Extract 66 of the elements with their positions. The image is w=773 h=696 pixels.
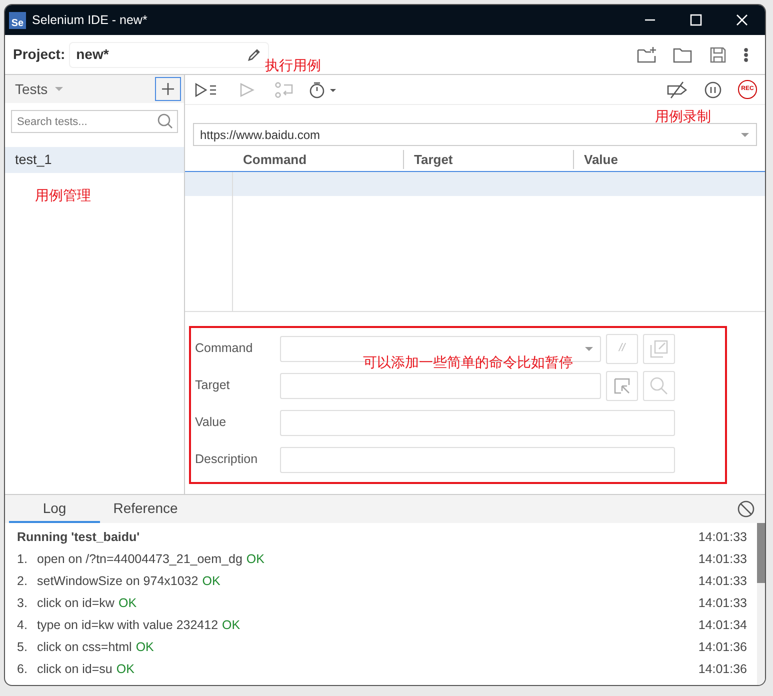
log-message: setWindowSize on 974x1032 xyxy=(37,572,198,590)
log-status: OK xyxy=(118,594,137,612)
more-icon[interactable] xyxy=(743,46,749,62)
clear-icon[interactable] xyxy=(737,500,755,518)
log-time: 14:01:34 xyxy=(698,616,747,634)
log-number: 6. xyxy=(17,660,28,678)
log-time: 14:01:36 xyxy=(698,638,747,656)
annotation-text: 用例录制 xyxy=(655,107,711,126)
log-status: OK xyxy=(202,572,220,590)
breakpoint-off-icon[interactable] xyxy=(666,80,688,98)
folder-icon[interactable] xyxy=(673,46,693,64)
app-logo: Se xyxy=(9,12,26,28)
log-number: 1. xyxy=(17,550,28,568)
log-time: 14:01:36 xyxy=(698,660,747,678)
field-label: Value xyxy=(195,414,228,432)
scrollbar-thumb[interactable] xyxy=(757,523,765,583)
annotation-text: 可以添加一些简单的命令比如暂停 xyxy=(363,353,573,372)
log-status: OK xyxy=(116,660,134,678)
search-icon xyxy=(157,113,173,129)
new-folder-icon[interactable] xyxy=(637,46,657,64)
caret-icon xyxy=(584,346,594,352)
log-tab[interactable]: Log xyxy=(9,495,100,523)
tests-dropdown[interactable]: Tests xyxy=(15,78,48,100)
field-label: Target xyxy=(195,377,231,394)
log-number: 4. xyxy=(17,616,28,634)
search-field[interactable]: Search tests... xyxy=(11,110,178,133)
stopwatch-icon[interactable] xyxy=(308,80,338,98)
field-label: Description xyxy=(195,451,259,468)
target-field[interactable] xyxy=(280,372,601,398)
test-item[interactable]: test_1 xyxy=(5,147,184,173)
pencil-icon xyxy=(246,46,262,62)
log-number: 3. xyxy=(17,594,28,612)
value-field[interactable] xyxy=(280,410,675,436)
log-status: OK xyxy=(222,616,240,634)
column-header[interactable]: Command xyxy=(243,152,307,167)
target-select-icon[interactable] xyxy=(612,376,632,396)
save-icon[interactable] xyxy=(709,46,727,64)
log-message: type on id=kw with value 232412 xyxy=(37,616,218,634)
project-label: Project: xyxy=(13,45,66,64)
log-heading: Running 'test_baidu' xyxy=(17,528,140,546)
add-test-button[interactable] xyxy=(155,77,181,101)
log-number: 2. xyxy=(17,572,28,590)
log-time: 14:01:33 xyxy=(698,528,747,546)
log-message: click on css=html xyxy=(37,638,132,656)
log-message: click on id=su xyxy=(37,660,112,678)
url-field[interactable]: https://www.baidu.com xyxy=(193,123,757,146)
field-label: Command xyxy=(195,340,254,358)
log-number: 5. xyxy=(17,638,28,656)
log-tab[interactable]: Reference xyxy=(100,495,191,523)
log-time: 14:01:33 xyxy=(698,572,747,590)
log-message: click on id=kw xyxy=(37,594,114,612)
log-status: OK xyxy=(246,550,264,568)
window-title: Selenium IDE - new* xyxy=(32,12,148,29)
log-message: open on /?tn=44004473_21_oem_dg xyxy=(37,550,242,568)
scrollbar-track[interactable] xyxy=(757,523,765,685)
column-header[interactable]: Value xyxy=(584,152,618,167)
column-header[interactable]: Target xyxy=(414,152,453,167)
caret-icon xyxy=(54,86,64,92)
caret-icon xyxy=(740,132,750,138)
annotation-text: 用例管理 xyxy=(35,186,91,205)
log-status: OK xyxy=(136,638,154,656)
log-time: 14:01:33 xyxy=(698,594,747,612)
description-field[interactable] xyxy=(280,446,675,472)
plus-icon xyxy=(162,83,174,95)
pause-icon[interactable] xyxy=(704,80,722,98)
log-time: 14:01:33 xyxy=(698,550,747,568)
